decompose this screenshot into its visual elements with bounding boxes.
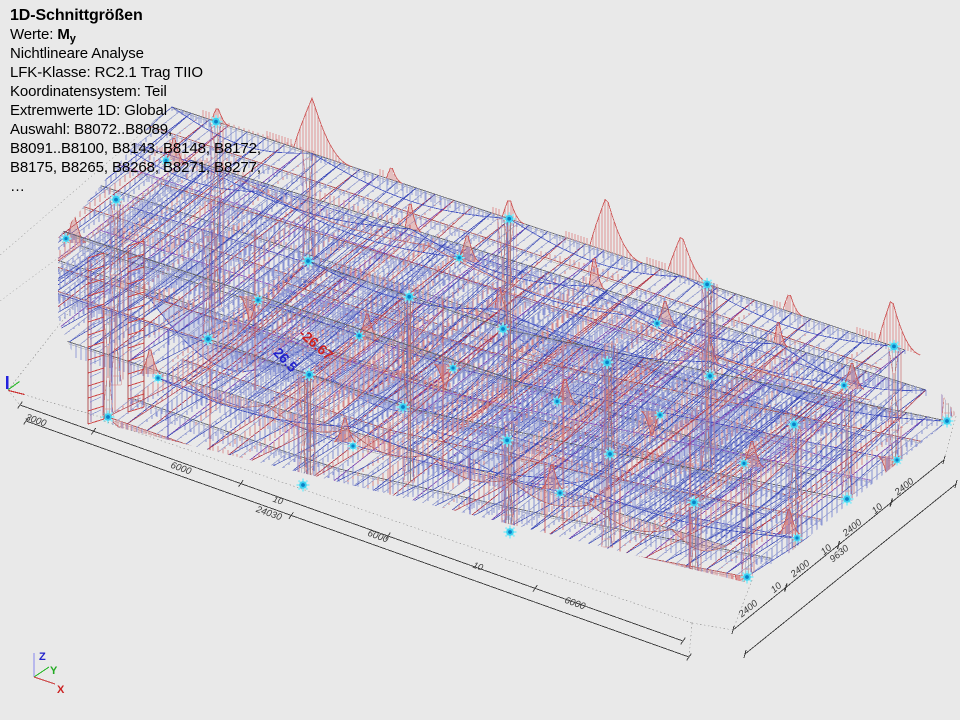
svg-text:X: X <box>57 684 65 696</box>
svg-text:Z: Z <box>39 651 46 663</box>
svg-text:Y: Y <box>50 665 58 677</box>
